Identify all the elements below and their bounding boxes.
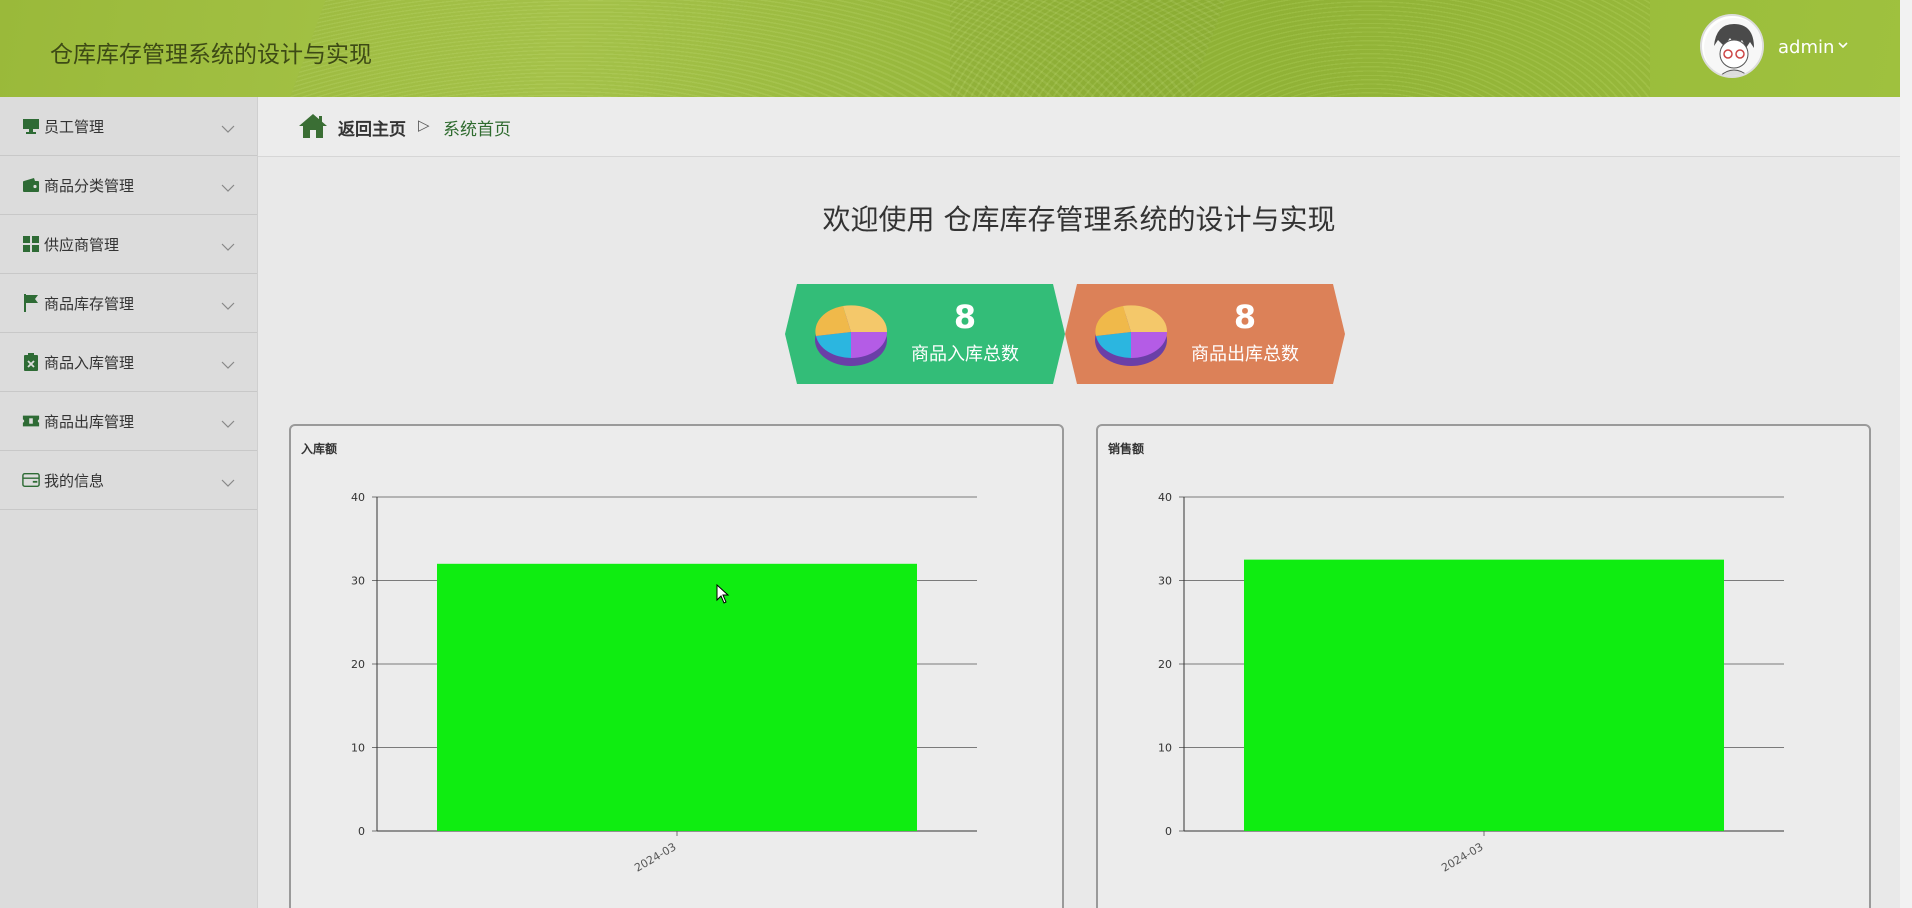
x-tick-label: 2024-03: [632, 840, 678, 874]
chart-panel-sales: 销售额 0 10 20 30 40 2024-03: [1096, 424, 1871, 908]
user-avatar[interactable]: [1700, 14, 1764, 78]
stat-label: 商品出库总数: [1191, 344, 1299, 365]
y-tick-label: 20: [1158, 658, 1172, 671]
sidebar-item-label: 供应商管理: [44, 235, 120, 254]
y-tick-label: 10: [1158, 742, 1172, 755]
breadcrumb-current: 系统首页: [443, 120, 511, 140]
stat-value: 8: [1233, 298, 1257, 336]
app-title: 仓库库存管理系统的设计与实现: [50, 42, 372, 68]
chevron-down-icon: [221, 355, 235, 374]
welcome-heading: 欢迎使用 仓库库存管理系统的设计与实现: [822, 203, 1336, 236]
user-menu[interactable]: admin: [1778, 37, 1834, 58]
sidebar-item-stock-in[interactable]: 商品入库管理: [0, 333, 257, 392]
grid-icon: [22, 235, 40, 253]
page-scrollbar[interactable]: [1900, 0, 1912, 908]
y-tick-label: 40: [351, 491, 365, 504]
breadcrumb: 返回主页 ▷ 系统首页: [258, 97, 1900, 157]
home-icon[interactable]: [298, 113, 328, 143]
pie-chart-icon: [815, 305, 888, 366]
chevron-down-icon: [221, 178, 235, 197]
y-tick-label: 10: [351, 742, 365, 755]
mouse-cursor-icon: [716, 584, 730, 604]
sidebar-item-category[interactable]: 商品分类管理: [0, 156, 257, 215]
breadcrumb-separator: ▷: [418, 116, 430, 134]
sidebar-item-label: 商品出库管理: [44, 412, 135, 431]
flag-icon: [22, 294, 40, 312]
stat-value: 8: [953, 298, 977, 336]
y-tick-label: 40: [1158, 491, 1172, 504]
chevron-down-icon: [221, 473, 235, 492]
bar: [437, 563, 917, 831]
chart-panel-stock-in: 入库额 0 10 20 30 40 2024-03: [289, 424, 1064, 908]
sidebar-item-stock-out[interactable]: 商品出库管理: [0, 392, 257, 451]
sidebar-item-label: 商品库存管理: [44, 294, 135, 313]
stat-card-stock-in: 8 商品入库总数: [785, 284, 1065, 384]
ticket-icon: [22, 412, 40, 430]
sidebar-item-label: 商品分类管理: [44, 176, 135, 195]
y-tick-label: 30: [1158, 575, 1172, 588]
sidebar-item-label: 我的信息: [44, 471, 105, 490]
sidebar-item-staff[interactable]: 员工管理: [0, 97, 257, 156]
monitor-icon: [22, 117, 40, 135]
stat-card-stock-out: 8 商品出库总数: [1065, 284, 1345, 384]
sidebar-item-label: 员工管理: [44, 117, 105, 136]
pie-chart-icon: [1095, 305, 1168, 366]
sidebar-item-profile[interactable]: 我的信息: [0, 451, 257, 510]
y-tick-label: 0: [358, 825, 365, 838]
bar-chart: 0 10 20 30 40 2024-03: [1158, 491, 1784, 875]
y-tick-label: 20: [351, 658, 365, 671]
y-tick-label: 0: [1165, 825, 1172, 838]
chevron-down-icon: [221, 296, 235, 315]
chevron-down-icon[interactable]: [1838, 38, 1848, 52]
wallet-icon: [22, 176, 40, 194]
bar: [1244, 559, 1724, 831]
bar-chart: 0 10 20 30 40 2024-03: [351, 491, 977, 875]
stat-label: 商品入库总数: [911, 344, 1019, 365]
sidebar-item-supplier[interactable]: 供应商管理: [0, 215, 257, 274]
chevron-down-icon: [221, 414, 235, 433]
card-icon: [22, 471, 40, 489]
y-tick-label: 30: [351, 575, 365, 588]
chevron-down-icon: [221, 119, 235, 138]
top-header: 仓库库存管理系统的设计与实现 admin: [0, 0, 1900, 97]
clipboard-x-icon: [22, 353, 40, 371]
chevron-down-icon: [221, 237, 235, 256]
breadcrumb-home-link[interactable]: 返回主页: [338, 115, 406, 140]
x-tick-label: 2024-03: [1439, 840, 1485, 874]
sidebar: 员工管理 商品分类管理 供应商管理 商品库存管理 商品入库管理 商品出库管理 我…: [0, 97, 258, 908]
sidebar-item-label: 商品入库管理: [44, 353, 135, 372]
sidebar-item-inventory[interactable]: 商品库存管理: [0, 274, 257, 333]
